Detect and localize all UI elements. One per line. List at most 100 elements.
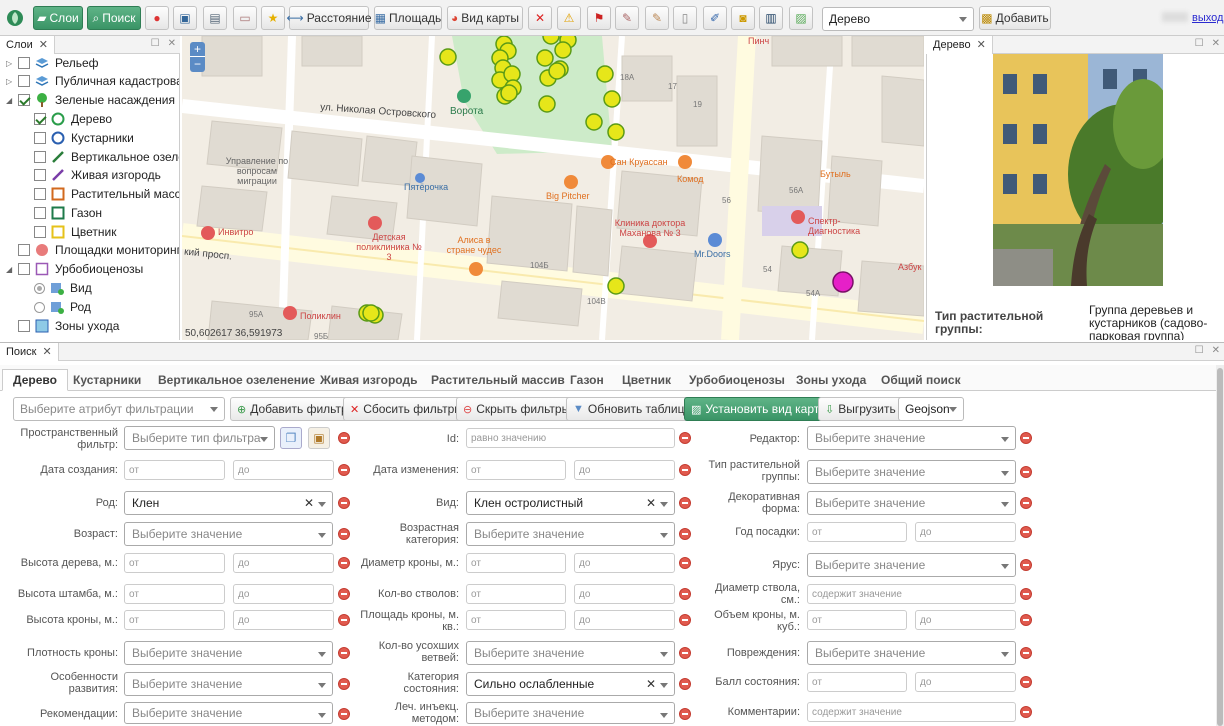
area-button[interactable]: ▦ Площадь bbox=[374, 6, 442, 30]
layer-checkbox[interactable] bbox=[18, 57, 30, 69]
expand-icon[interactable]: ▷ bbox=[6, 77, 14, 86]
remove-filter-icon[interactable] bbox=[679, 647, 691, 659]
condition-category-select[interactable]: Сильно ослабленные ✕ bbox=[466, 672, 675, 696]
layer-item-shrubs[interactable]: Кустарники bbox=[34, 129, 134, 147]
layer-checkbox[interactable] bbox=[34, 188, 46, 200]
layer-item-urbobiocenoses[interactable]: ◢ Урбобиоценозы bbox=[6, 260, 143, 278]
remove-filter-icon[interactable] bbox=[1020, 497, 1032, 509]
species-select[interactable]: Клен остролистный ✕ bbox=[466, 491, 675, 515]
exit-link[interactable]: выход bbox=[1192, 12, 1223, 24]
zoom-in-button[interactable]: + bbox=[190, 42, 205, 57]
calculator-button[interactable]: ▥ bbox=[759, 6, 783, 30]
set-map-view-button[interactable]: ▨ Установить вид карты bbox=[684, 397, 835, 421]
trunk-diameter-input[interactable]: содержит значение bbox=[807, 584, 1016, 604]
export-format-select[interactable]: Geojson bbox=[898, 397, 964, 421]
changed-from-input[interactable]: от bbox=[466, 460, 566, 480]
genus-select[interactable]: Клен ✕ bbox=[124, 491, 333, 515]
close-icon[interactable]: ✕ bbox=[168, 38, 176, 49]
selected-tree-marker[interactable] bbox=[832, 271, 854, 293]
maximize-icon[interactable]: ☐ bbox=[1195, 38, 1204, 49]
remove-filter-icon[interactable] bbox=[1020, 588, 1032, 600]
crown-volume-from-input[interactable]: от bbox=[807, 610, 907, 630]
close-icon[interactable]: ✕ bbox=[977, 38, 986, 51]
editor-select[interactable]: Выберите значение bbox=[807, 426, 1016, 450]
favorite-button[interactable]: ★ bbox=[261, 6, 285, 30]
layer-radio[interactable] bbox=[34, 301, 45, 313]
remove-filter-icon[interactable] bbox=[679, 614, 691, 626]
layer-item-relief[interactable]: ▷ Рельеф bbox=[6, 54, 99, 72]
tab-detail[interactable]: Дерево ✕ bbox=[927, 35, 993, 54]
remove-filter-icon[interactable] bbox=[679, 432, 691, 444]
close-icon[interactable]: ✕ bbox=[1212, 38, 1220, 49]
id-input[interactable]: равно значению bbox=[466, 428, 675, 448]
layer-checkbox[interactable] bbox=[34, 226, 46, 238]
stem-height-to-input[interactable]: до bbox=[233, 584, 334, 604]
export-button[interactable]: ⇩ Выгрузить bbox=[818, 397, 903, 421]
layer-item-vertical[interactable]: Вертикальное озеленение bbox=[34, 148, 179, 166]
created-to-input[interactable]: до bbox=[233, 460, 334, 480]
add-filter-button[interactable]: ⊕ Добавить фильтр bbox=[230, 397, 355, 421]
remove-filter-icon[interactable] bbox=[679, 708, 691, 720]
remove-filter-icon[interactable] bbox=[1020, 706, 1032, 718]
tab-flowerbed[interactable]: Цветник bbox=[622, 369, 671, 391]
layer-checkbox[interactable] bbox=[18, 75, 30, 87]
trunk-count-to-input[interactable]: до bbox=[574, 584, 675, 604]
collapse-icon[interactable]: ◢ bbox=[6, 265, 14, 274]
layer-select[interactable]: Дерево bbox=[822, 7, 974, 31]
tab-search[interactable]: Поиск ✕ bbox=[0, 342, 59, 361]
tree-photo[interactable] bbox=[993, 54, 1163, 286]
remove-filter-icon[interactable] bbox=[338, 464, 350, 476]
crown-area-from-input[interactable]: от bbox=[466, 610, 566, 630]
changed-to-input[interactable]: до bbox=[574, 460, 675, 480]
spatial-filter-select[interactable]: Выберите тип фильтра bbox=[124, 426, 275, 450]
clear-icon[interactable]: ✕ bbox=[304, 496, 314, 510]
layer-item-genus[interactable]: Род bbox=[34, 298, 91, 316]
search-button[interactable]: ⌕ Поиск bbox=[87, 6, 141, 30]
marker-tool-button[interactable]: ● bbox=[145, 6, 169, 30]
remove-filter-icon[interactable] bbox=[338, 432, 350, 444]
tab-lawn[interactable]: Газон bbox=[570, 369, 604, 391]
remove-filter-icon[interactable] bbox=[679, 497, 691, 509]
layer-checkbox[interactable] bbox=[18, 263, 30, 275]
dry-branches-select[interactable]: Выберите значение bbox=[466, 641, 675, 665]
crown-height-from-input[interactable]: от bbox=[124, 610, 225, 630]
map-view[interactable]: ул. Николая Островского кий просп. Ворот… bbox=[182, 36, 924, 340]
add-button[interactable]: ▩ Добавить bbox=[979, 6, 1051, 30]
remove-filter-icon[interactable] bbox=[1020, 559, 1032, 571]
age-category-select[interactable]: Выберите значение bbox=[466, 522, 675, 546]
remove-filter-icon[interactable] bbox=[338, 708, 350, 720]
expand-icon[interactable]: ▷ bbox=[6, 59, 14, 68]
remove-filter-icon[interactable] bbox=[338, 528, 350, 540]
condition-score-to-input[interactable]: до bbox=[915, 672, 1016, 692]
growth-select[interactable]: Выберите значение bbox=[124, 672, 333, 696]
crown-area-to-input[interactable]: до bbox=[574, 610, 675, 630]
layer-checkbox[interactable] bbox=[18, 94, 30, 106]
remove-filter-icon[interactable] bbox=[679, 588, 691, 600]
layer-item-care-zones[interactable]: Зоны ухода bbox=[6, 317, 119, 335]
age-select[interactable]: Выберите значение bbox=[124, 522, 333, 546]
tab-vertical[interactable]: Вертикальное озеленение bbox=[158, 369, 315, 391]
remove-filter-icon[interactable] bbox=[338, 647, 350, 659]
document-button[interactable]: ▯ bbox=[673, 6, 697, 30]
tree-height-from-input[interactable]: от bbox=[124, 553, 225, 573]
scrollbar[interactable] bbox=[1216, 365, 1224, 726]
refresh-table-button[interactable]: ▼ Обновить таблицу bbox=[566, 397, 698, 421]
copy-geometry-button[interactable]: ❐ bbox=[280, 427, 302, 449]
layers-button[interactable]: ▰ Слои bbox=[33, 6, 83, 30]
remove-filter-icon[interactable] bbox=[679, 678, 691, 690]
condition-score-from-input[interactable]: от bbox=[807, 672, 907, 692]
reset-filters-button[interactable]: ✕ Сбосить фильтры bbox=[343, 397, 470, 421]
paste-geometry-button[interactable]: ▣ bbox=[308, 427, 330, 449]
close-icon[interactable]: ✕ bbox=[39, 38, 48, 51]
layer-item-lawn[interactable]: Газон bbox=[34, 204, 102, 222]
distance-button[interactable]: ⟷ Расстояние bbox=[286, 6, 372, 30]
eraser-button[interactable]: ▭ bbox=[233, 6, 257, 30]
filter-attribute-select[interactable]: Выберите атрибут фильтрации bbox=[13, 397, 225, 421]
remove-filter-icon[interactable] bbox=[1020, 432, 1032, 444]
tree-height-to-input[interactable]: до bbox=[233, 553, 334, 573]
tier-select[interactable]: Выберите значение bbox=[807, 553, 1016, 577]
remove-filter-icon[interactable] bbox=[338, 557, 350, 569]
layer-checkbox[interactable] bbox=[18, 320, 30, 332]
hide-filters-button[interactable]: ⊖ Скрыть фильтры bbox=[456, 397, 578, 421]
trunk-count-from-input[interactable]: от bbox=[466, 584, 566, 604]
